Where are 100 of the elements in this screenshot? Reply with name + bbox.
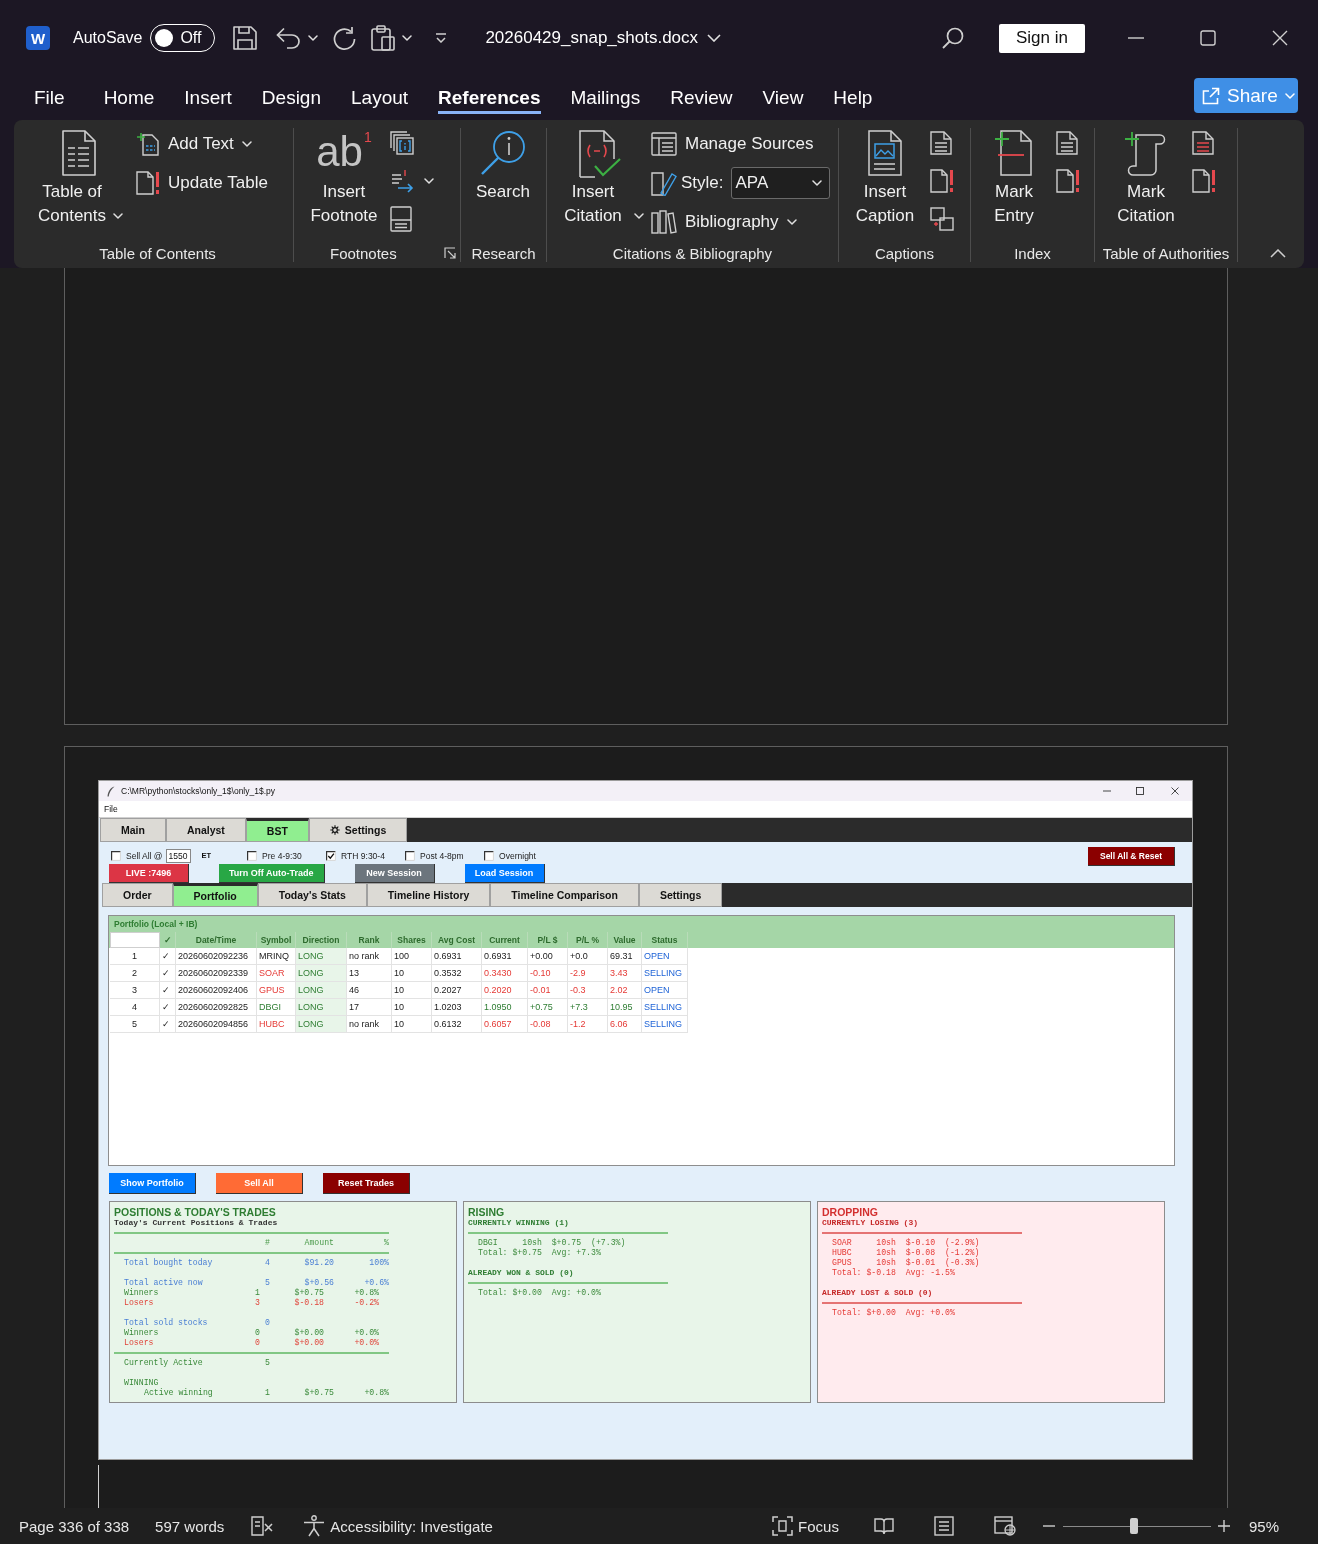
ribbon-tab[interactable]: Insert	[184, 85, 232, 114]
ribbon-tab[interactable]: Layout	[351, 85, 409, 114]
menu-item[interactable]: File	[104, 804, 118, 814]
notes-page-icon[interactable]	[390, 206, 412, 232]
slider-thumb[interactable]	[1130, 1518, 1138, 1534]
document-alert-icon[interactable]	[930, 169, 954, 193]
manage-sources-button[interactable]: Manage Sources	[651, 124, 830, 163]
ribbon-tab[interactable]: Help	[833, 85, 873, 114]
ribbon-tab[interactable]: Home	[103, 85, 155, 114]
action-button[interactable]: Show Portfolio	[109, 1173, 196, 1194]
tab[interactable]: Settings	[308, 818, 408, 842]
column-header: #	[264, 1238, 271, 1248]
linked-boxes-icon[interactable]	[930, 207, 954, 231]
web-page-icon[interactable]	[993, 1516, 1016, 1536]
proofing-icon[interactable]	[251, 1516, 274, 1536]
ribbon-tab[interactable]: View	[762, 85, 804, 114]
undo-icon[interactable]	[276, 27, 303, 49]
table-cell: SELLING	[642, 965, 688, 982]
percent-value: +0.0%	[353, 1328, 379, 1338]
scroll-plus-icon	[1124, 130, 1168, 176]
tab[interactable]: Timeline Comparison	[490, 883, 639, 907]
tab[interactable]: Order	[102, 883, 173, 907]
action-button[interactable]: Load Session	[464, 864, 545, 883]
ribbon-tab[interactable]: References	[438, 85, 541, 114]
book-icon[interactable]	[873, 1517, 894, 1535]
page-indicator[interactable]: Page 336 of 338	[19, 1517, 130, 1535]
sell-all-reset-button[interactable]: Sell All & Reset	[1088, 847, 1175, 866]
checkbox[interactable]	[326, 850, 337, 861]
checkbox[interactable]	[111, 850, 121, 861]
update-table-button[interactable]: Update Table	[136, 163, 268, 202]
document-name-button[interactable]: 20260429_snap_shots.docx	[485, 28, 722, 48]
close-icon[interactable]	[1171, 787, 1179, 795]
summary-line: Total: $-0.18 Avg: -1.5%	[831, 1268, 956, 1278]
collapse-ribbon-icon[interactable]	[1270, 249, 1286, 258]
action-button[interactable]: New Session	[354, 864, 435, 883]
add-text-button[interactable]: Add Text	[136, 124, 268, 163]
action-button[interactable]: Reset Trades	[323, 1173, 410, 1194]
sign-in-button[interactable]: Sign in	[999, 23, 1085, 53]
document-lines-icon[interactable]	[1056, 131, 1078, 155]
focus-button[interactable]: Focus	[772, 1516, 839, 1536]
checkbox[interactable]	[405, 850, 416, 861]
search-button[interactable]: Search	[476, 120, 530, 204]
zoom-level[interactable]: 95%	[1248, 1517, 1279, 1535]
tab[interactable]: Portfolio	[172, 883, 258, 907]
ribbon-tab[interactable]: Mailings	[570, 85, 641, 114]
mark-entry-button[interactable]: Mark Entry	[977, 120, 1051, 228]
caret-icon[interactable]	[402, 35, 413, 41]
minus-icon[interactable]	[1042, 1525, 1055, 1527]
style-select[interactable]: APA	[730, 166, 830, 199]
ribbon-tab[interactable]: File	[34, 85, 65, 114]
insert-caption-button[interactable]: Insert Caption	[848, 120, 922, 228]
input-field[interactable]: 1550	[165, 848, 191, 863]
word-count[interactable]: 597 words	[155, 1517, 225, 1535]
ribbon-tab[interactable]: Review	[670, 85, 733, 114]
table-cell: ✓	[160, 982, 176, 999]
word-logo-icon: W	[26, 26, 50, 50]
amount-value: $+0.56	[303, 1278, 334, 1288]
caret-icon	[786, 218, 797, 225]
ribbon-tab[interactable]: Design	[261, 85, 321, 114]
checkbox[interactable]	[484, 850, 495, 861]
table-cell: +0.00	[528, 948, 568, 965]
caret-icon[interactable]	[424, 178, 434, 184]
accessibility-icon	[303, 1515, 326, 1537]
overlapping-pages-icon[interactable]	[390, 131, 414, 155]
redo-icon[interactable]	[332, 26, 357, 50]
mark-citation-button[interactable]: Mark Citation	[1109, 120, 1183, 228]
maximize-icon[interactable]	[1136, 787, 1144, 795]
group-label: Index	[1014, 244, 1051, 262]
caret-icon	[1284, 92, 1295, 99]
tab[interactable]: Today's Stats	[257, 883, 367, 907]
save-icon[interactable]	[233, 26, 258, 50]
bibliography-button[interactable]: Bibliography	[651, 202, 830, 241]
accessibility-button[interactable]: Accessibility: Investigate	[303, 1515, 493, 1537]
summary-line: GPUS 10sh $-0.01 (-0.3%)	[831, 1258, 981, 1268]
document-alert-icon[interactable]	[1192, 169, 1216, 193]
row-number: 2	[110, 965, 160, 982]
action-button[interactable]: LIVE :7496	[109, 864, 189, 883]
customize-caret-icon[interactable]	[435, 33, 448, 43]
checkbox[interactable]	[247, 850, 258, 861]
tab[interactable]: Main	[100, 818, 166, 842]
dialog-launcher-icon[interactable]	[443, 247, 456, 259]
gear-icon	[329, 825, 340, 835]
tab[interactable]: Timeline History	[366, 883, 491, 907]
tab[interactable]: Analyst	[165, 818, 246, 842]
plus-icon[interactable]	[1217, 1520, 1230, 1532]
tab[interactable]: BST	[245, 818, 309, 842]
insert-footnote-button[interactable]: ab$^{1}$ Insert Footnote	[307, 120, 381, 228]
note-arrow-icon[interactable]	[390, 169, 414, 193]
insert-citation-button[interactable]: Insert Citation	[556, 120, 644, 228]
page-icon[interactable]	[933, 1516, 954, 1536]
document-lines-icon[interactable]	[930, 131, 952, 155]
clipboard-icon[interactable]	[371, 25, 396, 51]
row-number: 1	[110, 948, 160, 965]
tab[interactable]: Settings	[638, 883, 723, 907]
document-alert-icon[interactable]	[1056, 169, 1080, 193]
table-cell: ✓	[160, 999, 176, 1016]
search-icon[interactable]	[942, 27, 964, 49]
caret-icon[interactable]	[308, 35, 319, 41]
document-list-icon[interactable]	[1192, 131, 1214, 155]
table-of-contents-button[interactable]: Table of Contents	[35, 120, 123, 228]
